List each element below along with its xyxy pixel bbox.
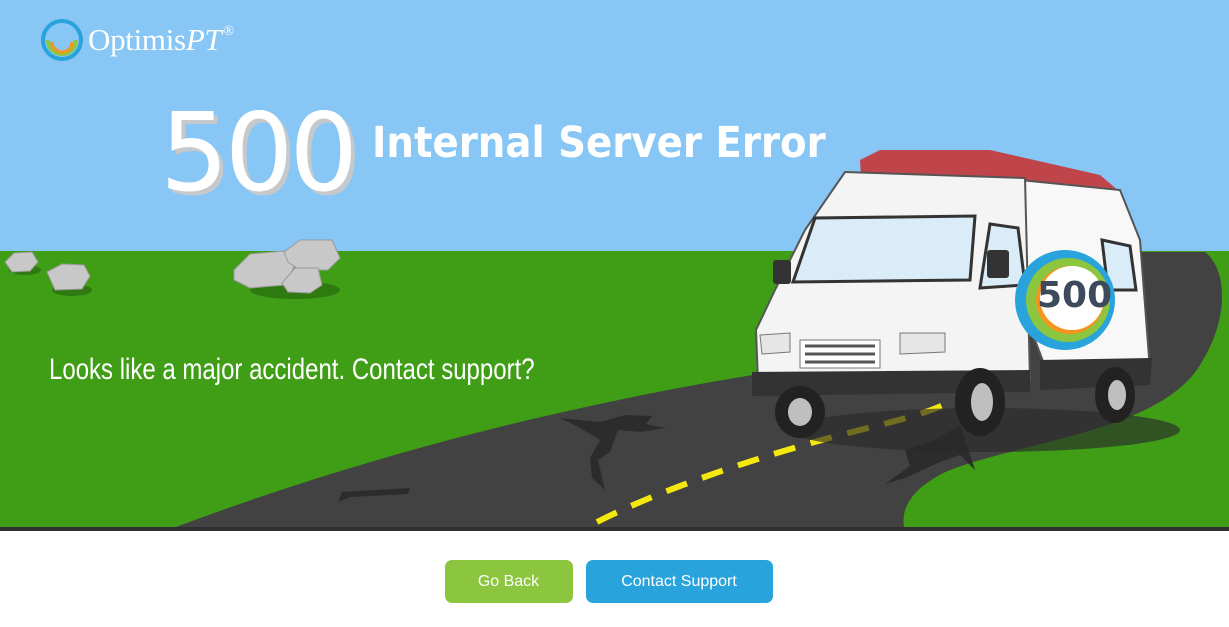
error-illustration: 500 OptimisPT ® 500 Internal Server Error…	[0, 0, 1229, 531]
error-message: Looks like a major accident. Contact sup…	[49, 353, 535, 386]
optimispt-logo-icon	[41, 19, 83, 61]
error-actions: Go Back Contact Support	[0, 560, 1229, 603]
contact-support-button[interactable]: Contact Support	[585, 560, 773, 603]
ground-edge	[0, 527, 1229, 531]
error-code: 500	[160, 91, 358, 216]
van-badge-label: 500	[1037, 275, 1113, 316]
error-title: Internal Server Error	[372, 118, 826, 168]
go-back-button[interactable]: Go Back	[444, 560, 573, 603]
brand-wordmark: OptimisPT ®	[88, 22, 234, 57]
brand-logo[interactable]: OptimisPT ®	[40, 18, 234, 62]
accident-scene	[0, 0, 1229, 531]
